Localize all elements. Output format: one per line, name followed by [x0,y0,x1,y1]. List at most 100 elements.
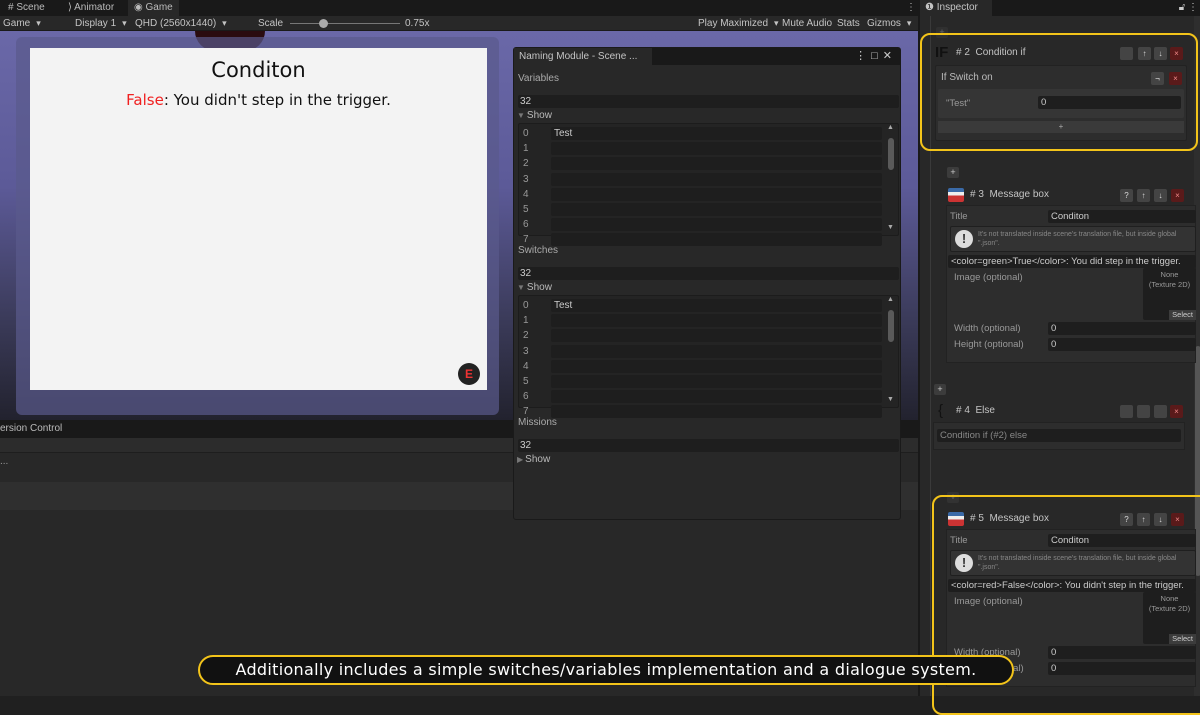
list-scrollbar[interactable]: ▲ ▼ [887,124,895,234]
help-button[interactable]: ? [1120,189,1133,202]
item-index: 7 [523,234,529,246]
show-label: Show [526,110,552,121]
tab-animator[interactable]: ⟩ Animator [62,0,120,16]
item-name-field[interactable] [551,142,882,156]
scroll-down-icon[interactable]: ▼ [887,396,894,403]
item-name-field[interactable] [551,187,882,201]
title-field[interactable]: Conditon [1048,210,1196,223]
stats-toggle[interactable]: Stats [834,16,863,31]
resolution-dropdown[interactable]: QHD (2560x1440) [132,16,252,31]
select-button[interactable]: Select [1169,310,1196,320]
show-label: Show [525,454,551,465]
inspector-panel: ❶ Inspector 🔓︎ ⋮ + IF # 2 Condition if ↑… [918,0,1200,715]
scrollbar-thumb[interactable] [888,138,894,170]
item-index: 1 [523,315,529,327]
delete-button[interactable]: × [1170,405,1183,418]
list-item: 0 Test [519,127,898,142]
height-label: Height (optional) [954,339,1024,350]
list-item: 6 [519,218,898,233]
item-name-field[interactable] [551,218,882,232]
caption-banner: Additionally includes a simple switches/… [198,655,1014,685]
scroll-down-icon[interactable]: ▼ [887,224,894,231]
item-name-field[interactable] [551,157,882,171]
window-header: Naming Module - Scene ... ⋮□✕ [514,48,900,65]
mute-audio-toggle[interactable]: Mute Audio [779,16,835,31]
grid-icon: # [8,2,14,13]
item-name-field[interactable] [551,405,882,419]
play-mode-dropdown[interactable]: Play Maximized [695,16,782,31]
item-name-field[interactable] [551,375,882,388]
item-name-field[interactable] [551,314,882,328]
item-name-field[interactable] [551,329,882,343]
image-value: None (Texture 2D) [1148,270,1191,289]
item-name-field[interactable] [551,359,882,373]
item-name-field[interactable]: Test [551,127,882,140]
width-field[interactable]: 0 [1048,322,1196,335]
width-label: Width (optional) [954,323,1021,334]
item-name-field[interactable] [551,233,882,247]
inspector-tab[interactable]: ❶ Inspector [920,0,992,16]
else-reference: Condition if (#2) else [937,429,1181,442]
scroll-up-icon[interactable]: ▲ [887,124,894,131]
tab-game[interactable]: ◉ Game [128,0,179,16]
scroll-up-icon[interactable]: ▲ [887,296,894,303]
image-label: Image (optional) [954,272,1023,283]
height-field[interactable]: 0 [1048,338,1196,351]
delete-button[interactable]: × [1171,189,1184,202]
command-name: Message box [989,189,1049,200]
item-index: 0 [523,128,529,139]
list-item: 3 [519,344,898,360]
add-command-button[interactable]: + [934,384,946,395]
tab-label: Game [145,2,173,13]
show-foldout[interactable]: ▼ Show [517,110,552,121]
section-count-field[interactable]: 32 [518,267,899,280]
item-index: 3 [523,173,529,185]
scale-slider-handle[interactable] [319,19,328,28]
continue-button[interactable]: E [458,363,480,385]
vc-row-text: ... [0,456,9,467]
move-up-button[interactable]: ↑ [1137,189,1150,202]
list-item: 1 [519,142,898,157]
maximize-icon[interactable]: □ [871,50,883,62]
item-name-field[interactable] [551,344,882,358]
list-item: 6 [519,390,898,405]
view-dropdown[interactable]: Game [0,16,66,31]
more-icon[interactable]: ⋮ [855,50,871,62]
naming-module-tab[interactable]: Naming Module - Scene ... [514,48,652,65]
section-count-field[interactable]: 32 [518,439,899,452]
command-title: # 3 Message box [970,187,1049,203]
message-text-field[interactable]: <color=green>True</color>: You did step … [948,255,1196,268]
show-foldout[interactable]: ▶ Show [517,454,550,465]
close-icon[interactable]: ✕ [883,50,897,62]
item-index: 5 [523,376,529,387]
item-index: 2 [523,330,529,342]
scrollbar-thumb[interactable] [888,310,894,342]
section-count-field[interactable]: 32 [518,95,899,108]
else-box: Condition if (#2) else [933,422,1185,450]
item-name-field[interactable] [551,172,882,186]
list-item: 4 [519,359,898,375]
list-item: 5 [519,203,898,218]
lock-icon[interactable]: 🔓︎ [1179,2,1185,13]
game-toolbar: Game Display 1 QHD (2560x1440) Scale 0.7… [0,16,918,31]
item-index: 6 [523,391,529,403]
show-foldout[interactable]: ▼ Show [517,282,552,293]
gizmos-dropdown[interactable]: Gizmos [864,16,914,31]
list-scrollbar[interactable]: ▲ ▼ [887,296,895,406]
image-object-field[interactable]: None (Texture 2D) Select [1143,268,1196,320]
item-name-field[interactable]: Test [551,299,882,312]
scale-slider[interactable] [290,19,400,28]
item-name-field[interactable] [551,203,882,216]
tab-scene[interactable]: # Scene [2,0,51,16]
move-down-button[interactable]: ↓ [1154,189,1167,202]
inspector-header: ❶ Inspector 🔓︎ ⋮ [920,0,1200,16]
add-command-button[interactable]: + [947,167,959,178]
more-icon[interactable]: ⋮ [1188,2,1198,13]
window-controls: ⋮□✕ [855,48,897,65]
section-list: 0 Test 1 2 3 4 5 6 7 ▲ ▼ [518,295,899,419]
display-dropdown[interactable]: Display 1 [72,16,130,31]
item-index: 0 [523,300,529,311]
list-item: 2 [519,157,898,172]
item-name-field[interactable] [551,390,882,404]
naming-module-window: Naming Module - Scene ... ⋮□✕ Variables 3… [513,47,901,520]
